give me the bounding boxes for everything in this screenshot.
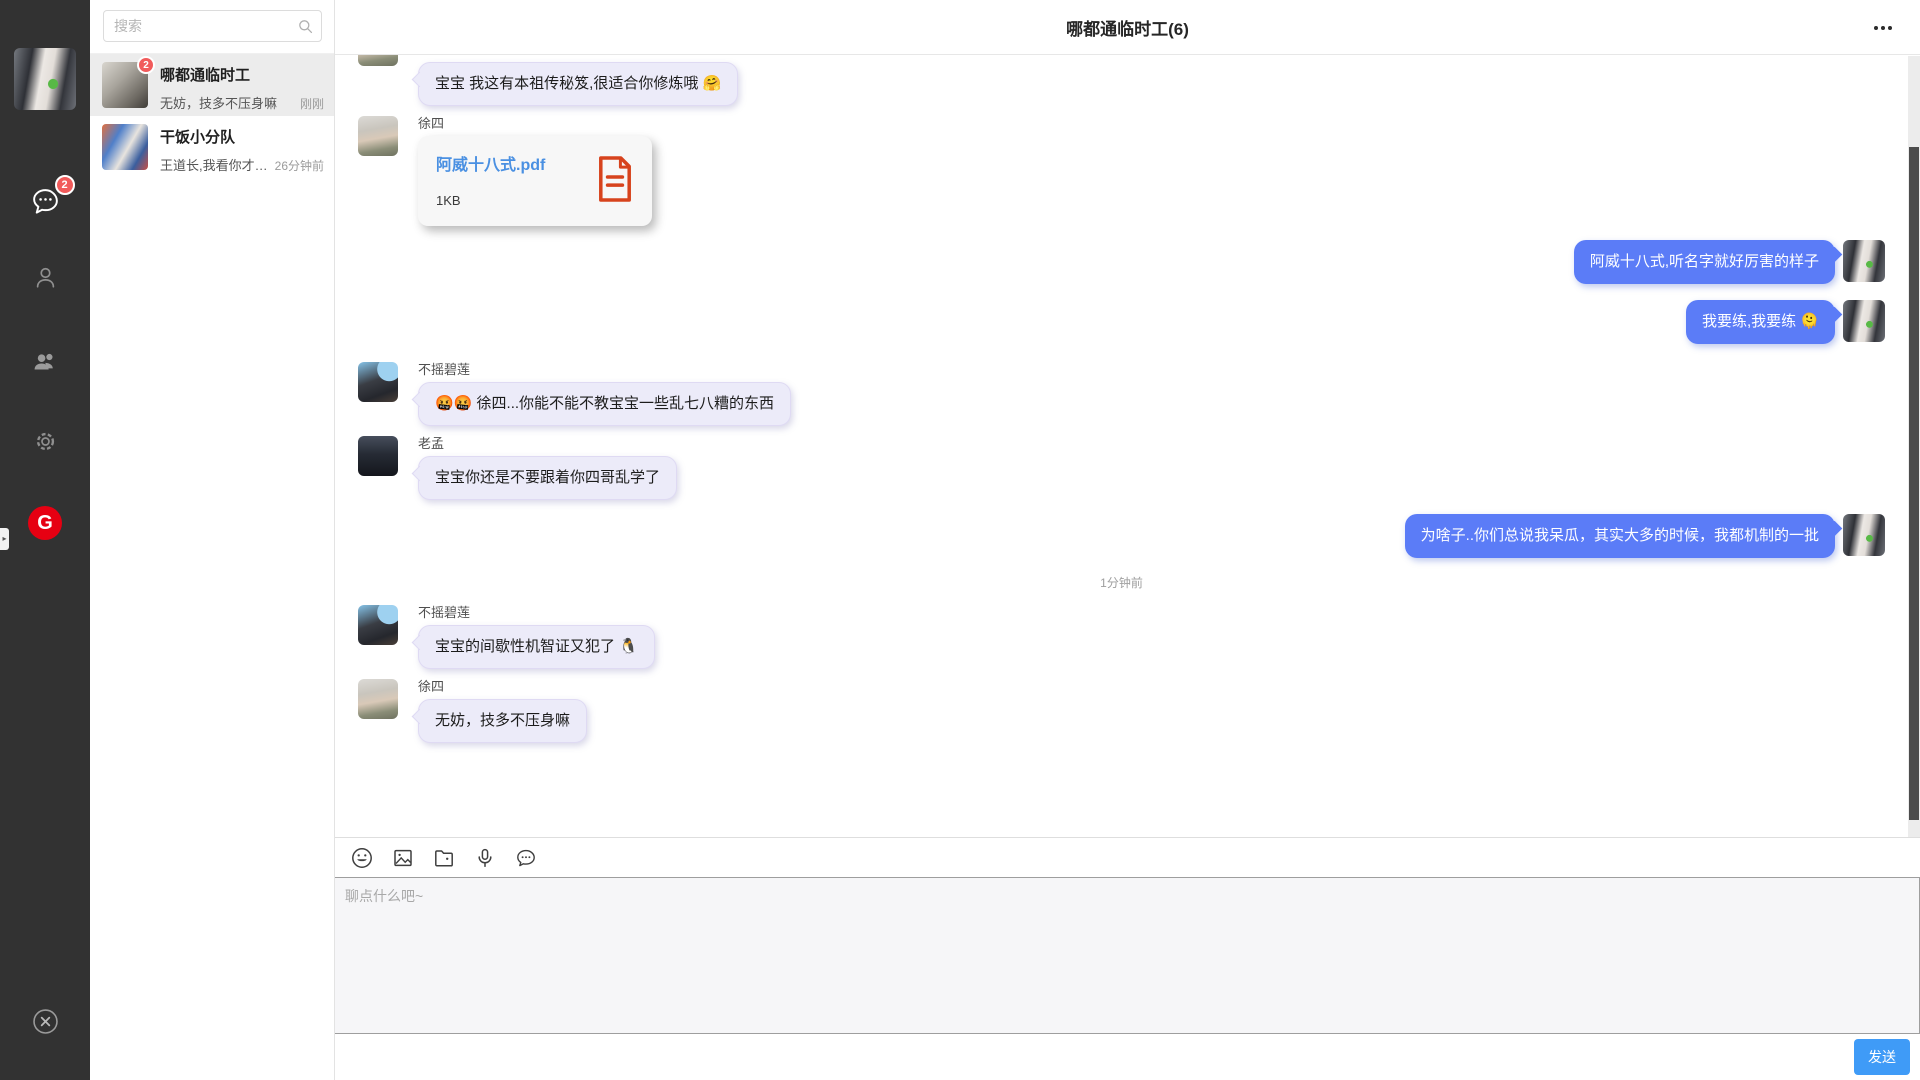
sidebar-item-groups[interactable] — [0, 348, 90, 380]
sidebar-item-settings[interactable] — [0, 428, 90, 460]
last-message-preview: 无妨，技多不压身嘛 — [160, 93, 295, 112]
composer-toolbar — [335, 837, 1920, 877]
sender-name: 不摇碧莲 — [418, 362, 791, 377]
close-icon — [32, 1008, 59, 1040]
message-bubble[interactable]: 宝宝你还是不要跟着你四哥乱学了 — [418, 456, 677, 500]
chat-title: 哪都通临时工(6) — [1066, 15, 1189, 40]
message-input-area — [335, 877, 1920, 1034]
message-bubble[interactable]: 宝宝的间歇性机智证又犯了 🐧 — [418, 625, 655, 669]
chat-panel: 哪都通临时工(6) 宝宝 我这有本祖传秘笈,很适合你修炼哦 🤗 徐四 阿威十八式… — [335, 0, 1920, 1080]
folder-icon[interactable] — [432, 846, 456, 870]
message-row: 我要练,我要练 🫠 — [358, 300, 1885, 344]
image-icon[interactable] — [391, 846, 415, 870]
sidebar-item-close[interactable] — [0, 1008, 90, 1040]
app-logo-icon: G — [28, 506, 62, 540]
message-bubble[interactable]: 🤬🤬 徐四...你能不能不教宝宝一些乱七八糟的东西 — [418, 382, 791, 426]
send-button[interactable]: 发送 — [1854, 1039, 1910, 1075]
avatar-bu-yao-bi-lian[interactable] — [358, 605, 398, 645]
scrollbar-track — [1908, 56, 1920, 837]
voice-icon[interactable] — [473, 846, 497, 870]
groups-icon — [31, 348, 60, 380]
conversation-item[interactable]: 2 哪都通临时工 无妨，技多不压身嘛 刚刚 — [90, 54, 334, 116]
more-menu-icon[interactable] — [1874, 0, 1892, 55]
sidebar-item-chats[interactable]: 2 — [0, 186, 90, 222]
user-avatar[interactable] — [14, 48, 76, 110]
message-row: 阿威十八式,听名字就好厉害的样子 — [358, 240, 1885, 284]
last-message-time: 26分钟前 — [275, 157, 324, 174]
message-list[interactable]: 宝宝 我这有本祖传秘笈,很适合你修炼哦 🤗 徐四 阿威十八式.pdf 1KB — [335, 55, 1920, 837]
message-input[interactable] — [335, 878, 1919, 1033]
gear-icon — [32, 428, 59, 460]
conversation-title: 哪都通临时工 — [160, 64, 324, 85]
contacts-icon — [32, 264, 59, 296]
group-avatar — [102, 124, 148, 170]
panel-collapse-handle[interactable]: ▸ — [0, 528, 9, 550]
avatar-bu-yao-bi-lian[interactable] — [358, 362, 398, 402]
message-bubble[interactable]: 无妨，技多不压身嘛 — [418, 699, 587, 743]
unread-badge: 2 — [55, 175, 75, 195]
emoji-icon[interactable] — [350, 846, 374, 870]
unread-badge: 2 — [137, 56, 155, 74]
message-bubble[interactable]: 我要练,我要练 🫠 — [1686, 300, 1835, 344]
avatar-self[interactable] — [1843, 240, 1885, 282]
pdf-file-icon — [596, 156, 634, 207]
message-bubble[interactable]: 阿威十八式,听名字就好厉害的样子 — [1574, 240, 1835, 284]
avatar-self[interactable] — [1843, 300, 1885, 342]
message-row: 老孟 宝宝你还是不要跟着你四哥乱学了 — [358, 436, 1885, 500]
file-size: 1KB — [436, 193, 545, 208]
avatar-self[interactable] — [1843, 514, 1885, 556]
search-input[interactable] — [103, 10, 322, 42]
scrollbar-thumb[interactable] — [1909, 147, 1919, 820]
avatar-xu-si[interactable] — [358, 116, 398, 156]
avatar-lao-meng[interactable] — [358, 436, 398, 476]
search-icon[interactable] — [297, 18, 314, 40]
search-bar — [90, 0, 334, 54]
sender-name: 徐四 — [418, 116, 652, 131]
message-row: 徐四 无妨，技多不压身嘛 — [358, 679, 1885, 743]
message-row: 不摇碧莲 🤬🤬 徐四...你能不能不教宝宝一些乱七八糟的东西 — [358, 362, 1885, 426]
sidebar-logo: G — [0, 506, 90, 540]
app-window: 2 — [0, 0, 1920, 1080]
message-bubble-icon[interactable] — [514, 846, 538, 870]
file-name[interactable]: 阿威十八式.pdf — [436, 156, 545, 176]
group-avatar: 2 — [102, 62, 148, 108]
file-message-card[interactable]: 阿威十八式.pdf 1KB — [418, 136, 652, 226]
conversation-item[interactable]: 干饭小分队 王道长,我看你才… 26分钟前 — [90, 116, 334, 178]
message-row: 徐四 阿威十八式.pdf 1KB — [358, 116, 1885, 226]
message-bubble[interactable]: 宝宝 我这有本祖传秘笈,很适合你修炼哦 🤗 — [418, 62, 738, 106]
message-bubble[interactable]: 为啥子..你们总说我呆瓜，其实大多的时候，我都机制的一批 — [1405, 514, 1835, 558]
time-divider: 1分钟前 — [358, 574, 1885, 591]
chat-header: 哪都通临时工(6) — [335, 0, 1920, 55]
message-row: 不摇碧莲 宝宝的间歇性机智证又犯了 🐧 — [358, 605, 1885, 669]
conversation-title: 干饭小分队 — [160, 126, 324, 147]
composer-footer: 发送 — [335, 1034, 1920, 1080]
sender-name: 老孟 — [418, 436, 677, 451]
message-row: 为啥子..你们总说我呆瓜，其实大多的时候，我都机制的一批 — [358, 514, 1885, 558]
file-info: 阿威十八式.pdf 1KB — [436, 156, 545, 208]
sidebar-item-contacts[interactable] — [0, 264, 90, 296]
sidebar: 2 — [0, 0, 90, 1080]
message-row: 宝宝 我这有本祖传秘笈,很适合你修炼哦 🤗 — [358, 62, 1885, 106]
avatar-xu-si[interactable] — [358, 55, 398, 66]
sender-name: 不摇碧莲 — [418, 605, 655, 620]
conversation-list-panel: 2 哪都通临时工 无妨，技多不压身嘛 刚刚 干饭小分队 王道长,我看你才… 26… — [90, 0, 335, 1080]
avatar-xu-si[interactable] — [358, 679, 398, 719]
sender-name: 徐四 — [418, 679, 587, 694]
last-message-time: 刚刚 — [300, 95, 324, 112]
chat-bubble-icon — [30, 204, 61, 221]
last-message-preview: 王道长,我看你才… — [160, 155, 270, 174]
